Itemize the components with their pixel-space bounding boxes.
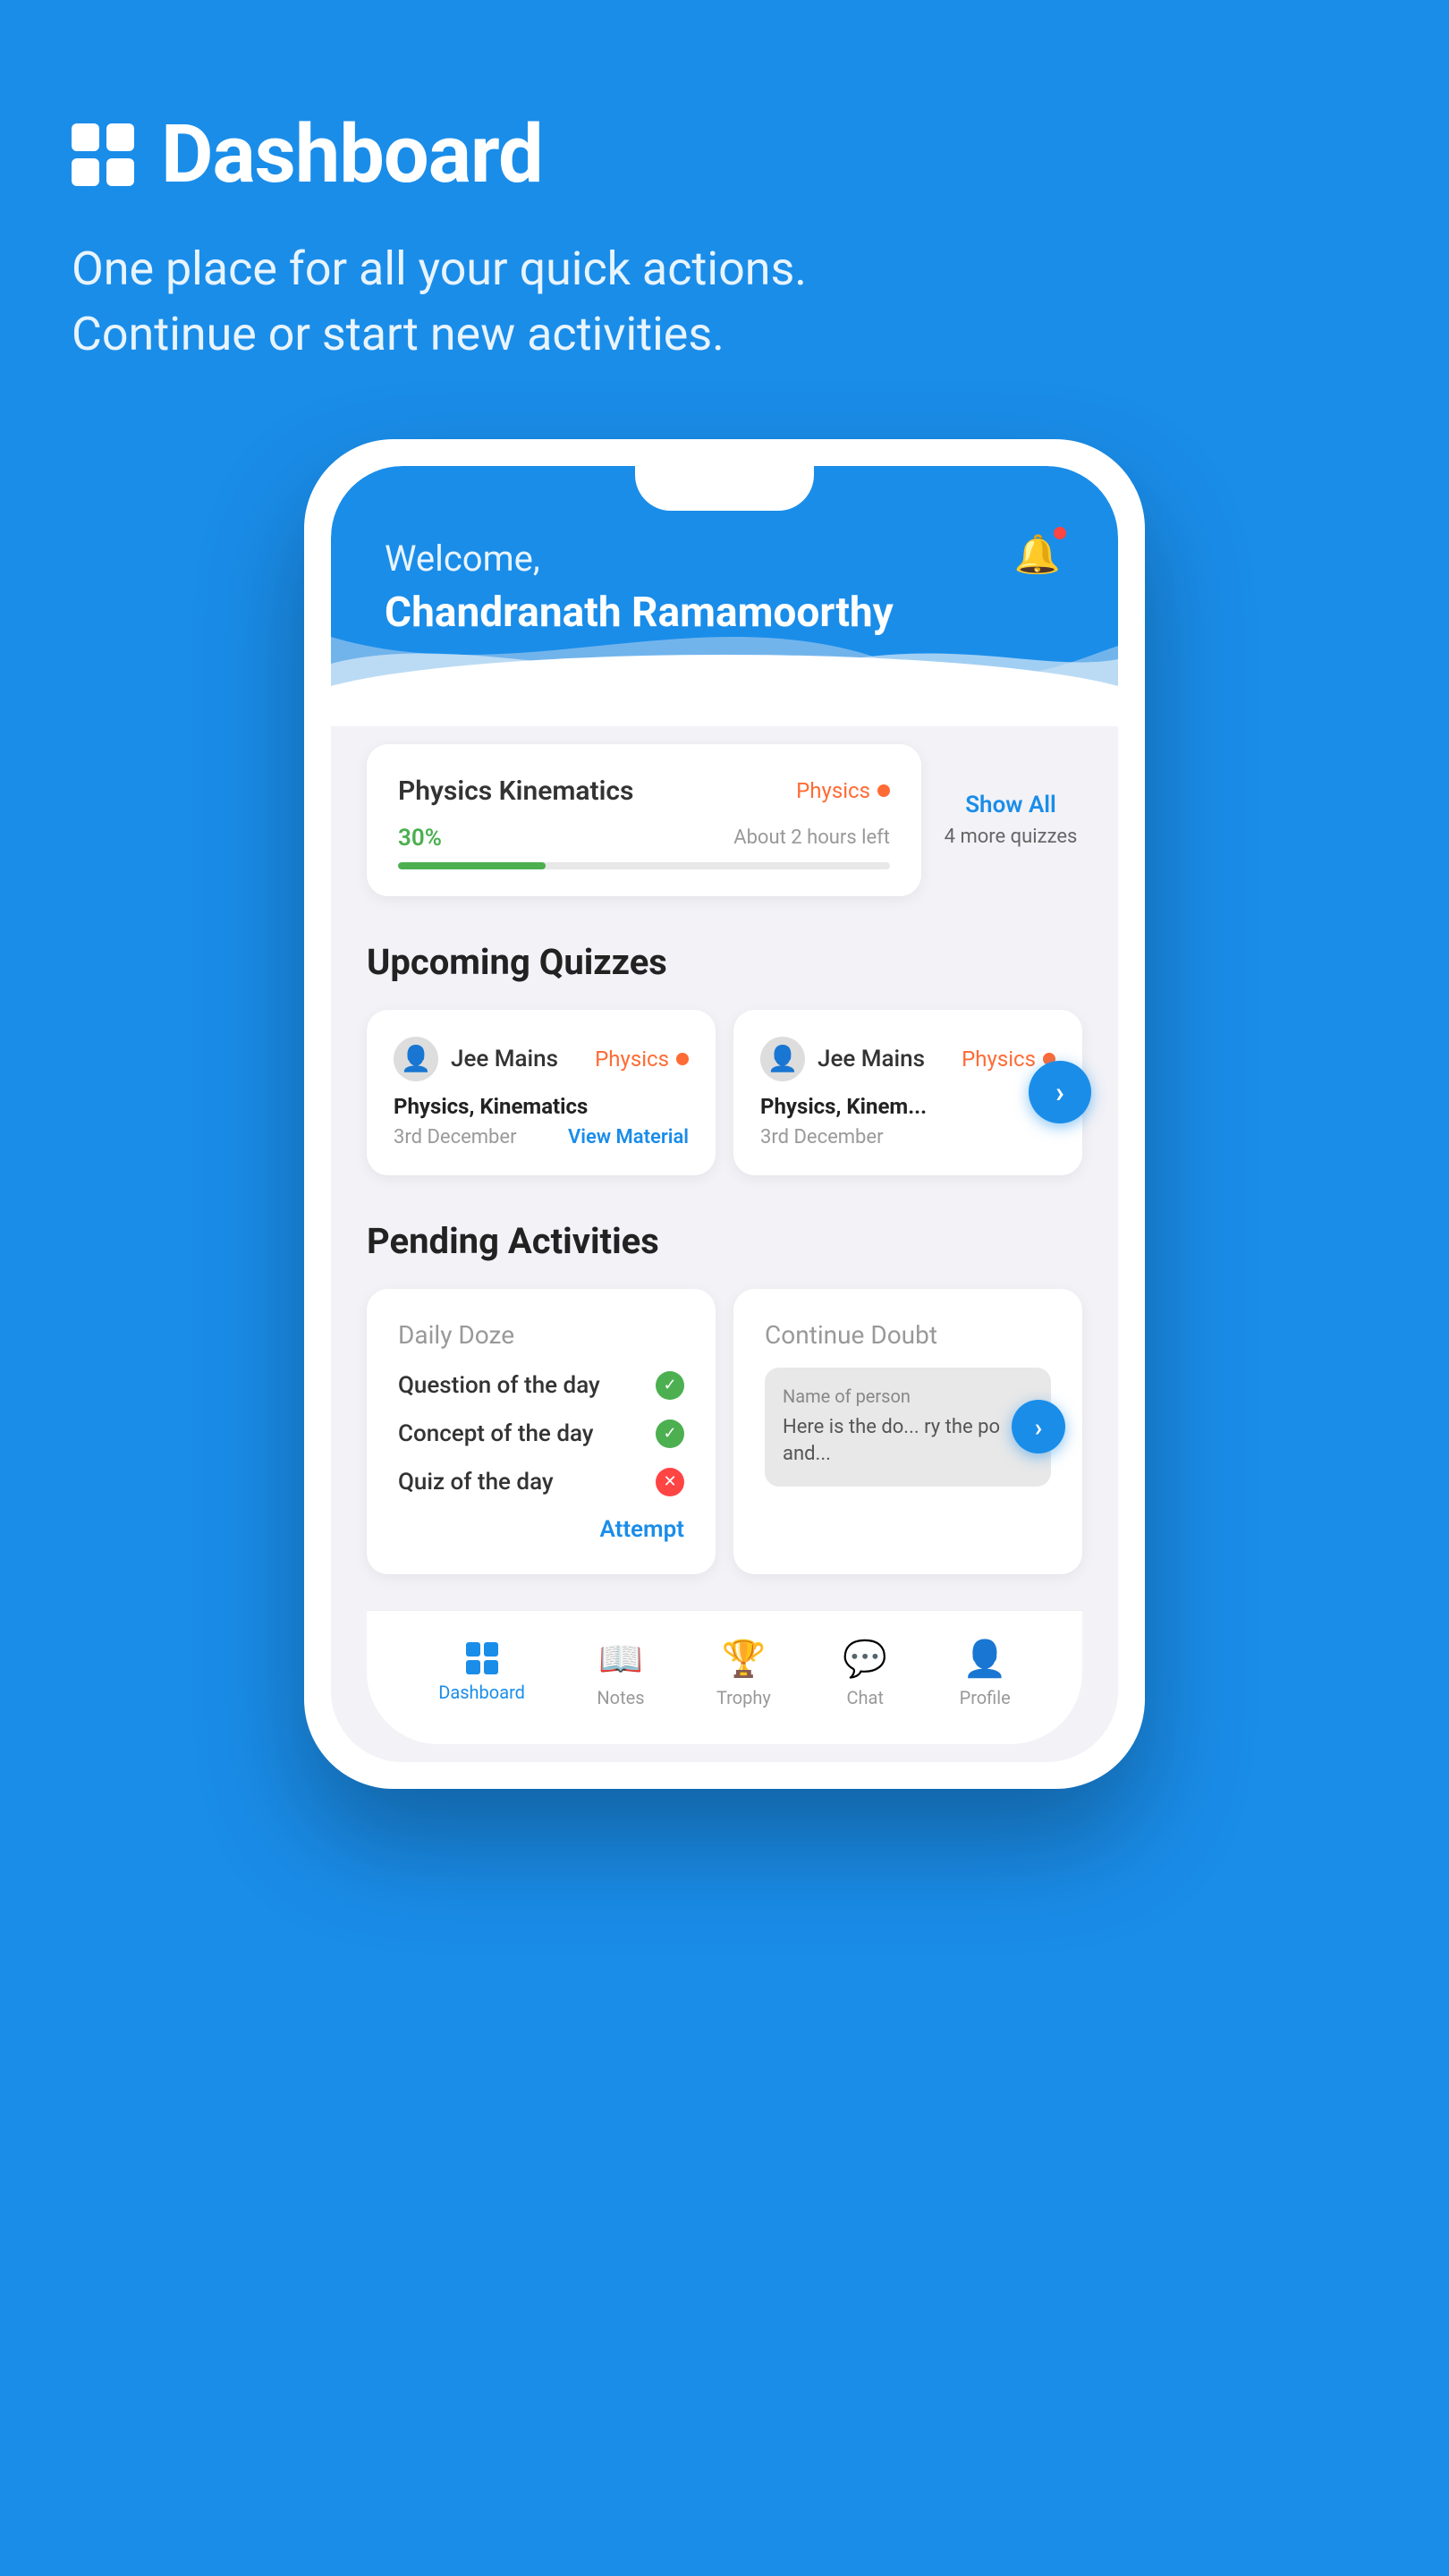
progress-bar (398, 862, 890, 869)
teacher-info-1: 👤 Jee Mains (394, 1037, 558, 1081)
page-title: Dashboard (161, 107, 543, 201)
check-done-1: ✓ (656, 1371, 684, 1400)
upcoming-date-1: 3rd December (394, 1126, 517, 1148)
upcoming-subject-2: Physics, Kinem... (760, 1094, 1055, 1119)
nav-chat[interactable]: 💬 Chat (843, 1638, 887, 1708)
nav-person-icon: 👤 (962, 1638, 1007, 1680)
doubt-chevron-right-icon: › (1035, 1412, 1042, 1442)
progress-fill (398, 862, 546, 869)
more-quizzes-text: 4 more quizzes (945, 826, 1078, 848)
quiz-progress-card[interactable]: Physics Kinematics Physics 30% About 2 h… (367, 744, 921, 896)
upcoming-card-1-header: 👤 Jee Mains Physics (394, 1037, 689, 1081)
upcoming-card-2-header: 👤 Jee Mains Physics (760, 1037, 1055, 1081)
activity-item-1: Question of the day ✓ (398, 1371, 684, 1400)
upcoming-date-row-2: 3rd December (760, 1126, 1055, 1148)
quiz-arrow-button[interactable]: › (1029, 1061, 1091, 1123)
continue-doubt-title: Continue Doubt (765, 1320, 1051, 1350)
nav-dashboard-label: Dashboard (438, 1682, 525, 1703)
app-content: Physics Kinematics Physics 30% About 2 h… (331, 726, 1118, 1762)
pending-cards-row: Daily Doze Question of the day ✓ Concept… (367, 1289, 1082, 1574)
quiz-cards-row: 👤 Jee Mains Physics Physics, Kinematics (367, 1010, 1082, 1175)
welcome-text: Welcome, (385, 538, 1064, 580)
doubt-person: Name of person (783, 1385, 1033, 1407)
nav-notes[interactable]: 📖 Notes (597, 1638, 644, 1708)
teacher-name-1: Jee Mains (451, 1046, 558, 1072)
doubt-text: Here is the do... ry the po and... (783, 1414, 1033, 1470)
pending-title: Pending Activities (367, 1220, 1082, 1262)
avatar-emoji-1: 👤 (401, 1044, 432, 1073)
time-left: About 2 hours left (733, 826, 890, 849)
badge-dot-1 (676, 1053, 689, 1065)
doubt-arrow-button[interactable]: › (1012, 1400, 1065, 1453)
daily-doze-title: Daily Doze (398, 1320, 684, 1350)
upcoming-title: Upcoming Quizzes (367, 941, 1082, 983)
nav-dashboard[interactable]: Dashboard (438, 1642, 525, 1703)
progress-percent: 30% (398, 825, 442, 852)
activity-item-2: Concept of the day ✓ (398, 1419, 684, 1448)
upcoming-subject-1: Physics, Kinematics (394, 1094, 689, 1119)
teacher-name-2: Jee Mains (818, 1046, 925, 1072)
chevron-right-icon: › (1055, 1075, 1064, 1109)
nav-profile-label: Profile (960, 1687, 1011, 1708)
upcoming-card-2[interactable]: 👤 Jee Mains Physics Physics, Kinem... (733, 1010, 1082, 1175)
notification-bell[interactable]: 🔔 (1011, 529, 1064, 582)
bell-icon: 🔔 (1014, 533, 1061, 577)
check-failed-3: ✕ (656, 1468, 684, 1496)
dashboard-grid-icon (72, 123, 134, 186)
attempt-link[interactable]: Attempt (398, 1516, 684, 1543)
teacher-avatar-2: 👤 (760, 1037, 805, 1081)
activity-label-2: Concept of the day (398, 1420, 594, 1447)
quiz-card-header: Physics Kinematics Physics (398, 775, 890, 807)
phone-mockup: 🔔 Welcome, Chandranath Ramamoorthy (304, 439, 1145, 1789)
avatar-emoji-2: 👤 (767, 1044, 799, 1073)
view-material-link[interactable]: View Material (568, 1126, 689, 1148)
header-subtitle: One place for all your quick actions. Co… (72, 237, 1377, 368)
quiz-progress-section: Physics Kinematics Physics 30% About 2 h… (367, 744, 1082, 896)
teacher-avatar-1: 👤 (394, 1037, 438, 1081)
quiz-title: Physics Kinematics (398, 775, 633, 807)
nav-profile[interactable]: 👤 Profile (960, 1638, 1011, 1708)
check-done-2: ✓ (656, 1419, 684, 1448)
nav-dashboard-grid-icon (466, 1642, 498, 1674)
header-section: Dashboard One place for all your quick a… (0, 0, 1449, 421)
doubt-chat-preview: Name of person Here is the do... ry the … (765, 1368, 1051, 1487)
phone-container: 🔔 Welcome, Chandranath Ramamoorthy (0, 421, 1449, 1860)
nav-chat-label: Chat (847, 1687, 884, 1708)
nav-notes-label: Notes (597, 1687, 644, 1708)
nav-chat-icon: 💬 (843, 1638, 887, 1680)
pending-activities-section: Pending Activities Daily Doze Question o… (367, 1220, 1082, 1574)
upcoming-quizzes-section: Upcoming Quizzes 👤 Jee Mains (367, 941, 1082, 1175)
show-all-section: Show All 4 more quizzes (939, 792, 1082, 848)
teacher-info-2: 👤 Jee Mains (760, 1037, 925, 1081)
notification-badge (1052, 525, 1068, 541)
nav-trophy-icon: 🏆 (722, 1638, 767, 1680)
title-row: Dashboard (72, 107, 1377, 201)
subject-badge: Physics (796, 778, 890, 803)
bottom-navigation: Dashboard 📖 Notes 🏆 Trophy 💬 Chat (367, 1610, 1082, 1744)
activity-label-1: Question of the day (398, 1372, 600, 1399)
nav-book-icon: 📖 (598, 1638, 643, 1680)
badge-dot (877, 784, 890, 797)
activity-item-3: Quiz of the day ✕ (398, 1468, 684, 1496)
progress-info: 30% About 2 hours left (398, 825, 890, 852)
wave-background (331, 583, 1118, 726)
phone-notch (635, 466, 814, 511)
upcoming-date-row-1: 3rd December View Material (394, 1126, 689, 1148)
show-all-link[interactable]: Show All (965, 792, 1056, 818)
continue-doubt-card[interactable]: Continue Doubt Name of person Here is th… (733, 1289, 1082, 1574)
daily-doze-card: Daily Doze Question of the day ✓ Concept… (367, 1289, 716, 1574)
activity-label-3: Quiz of the day (398, 1469, 554, 1496)
upcoming-date-2: 3rd December (760, 1126, 884, 1148)
upcoming-card-1[interactable]: 👤 Jee Mains Physics Physics, Kinematics (367, 1010, 716, 1175)
phone-inner: 🔔 Welcome, Chandranath Ramamoorthy (331, 466, 1118, 1762)
nav-trophy-label: Trophy (716, 1687, 771, 1708)
subject-badge-1: Physics (595, 1046, 689, 1072)
nav-trophy[interactable]: 🏆 Trophy (716, 1638, 771, 1708)
